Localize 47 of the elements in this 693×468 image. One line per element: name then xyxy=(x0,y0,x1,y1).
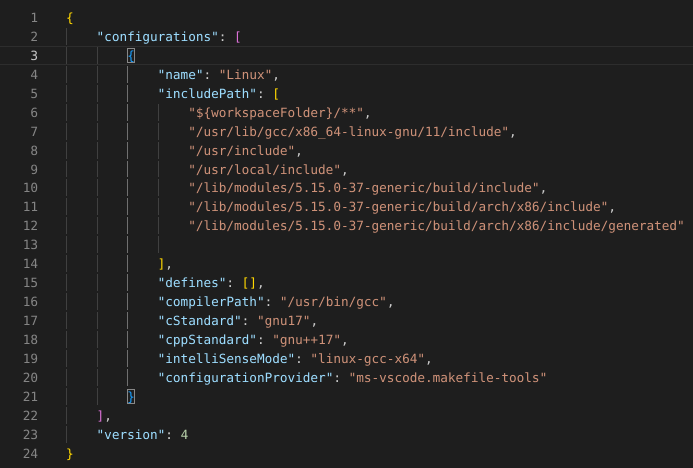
code-text: "/lib/modules/5.15.0-37-generic/build/arch/x86/include", xyxy=(188,198,616,216)
code-text: { xyxy=(127,46,135,64)
line-number: 20 xyxy=(22,368,38,386)
line-number: 2 xyxy=(29,28,38,45)
code-text: "name": "Linux", xyxy=(158,66,280,83)
line-number: 8 xyxy=(29,142,38,158)
line-number: 7 xyxy=(29,122,38,140)
code-text: "cStandard": "gnu17", xyxy=(158,312,318,329)
line-number: 21 xyxy=(22,388,38,405)
code-text: } xyxy=(66,444,74,462)
code-text: "/lib/modules/5.15.0-37-generic/build/arch/x86/include/generated" xyxy=(188,217,685,234)
line-number: 9 xyxy=(29,160,38,178)
code-text: { xyxy=(66,9,74,26)
code-text: "${workspaceFolder}/**", xyxy=(188,104,372,121)
code-text: ], xyxy=(96,406,112,424)
code-text: "version": 4 xyxy=(96,426,188,443)
line-number: 12 xyxy=(22,217,38,234)
code-text: "intelliSenseMode": "linux-gcc-x64", xyxy=(158,350,433,367)
line-number: 13 xyxy=(22,236,38,254)
code-text: "defines": [], xyxy=(158,274,265,292)
line-number: 3 xyxy=(29,46,38,64)
line-number: 11 xyxy=(22,198,38,216)
code-text: "cppStandard": "gnu++17", xyxy=(158,330,349,348)
code-text: } xyxy=(127,388,135,405)
line-number: 15 xyxy=(22,274,38,292)
line-number: 24 xyxy=(22,444,38,462)
code-text: "/usr/local/include", xyxy=(188,160,349,178)
line-number: 23 xyxy=(22,426,38,443)
code-text: ], xyxy=(158,255,173,272)
code-text: "/usr/include", xyxy=(188,142,303,158)
code-text: "includePath": [ xyxy=(158,84,280,102)
code-text: "configurationProvider": "ms-vscode.makefile-tools" xyxy=(158,368,548,386)
line-number: 17 xyxy=(22,312,38,329)
line-number: 6 xyxy=(29,104,38,121)
line-number: 16 xyxy=(22,293,38,310)
line-number: 22 xyxy=(22,406,38,424)
code-text: "configurations": [ xyxy=(96,28,242,45)
code-text: "/usr/lib/gcc/x86_64-linux-gnu/11/include", xyxy=(188,122,517,140)
line-number: 19 xyxy=(22,350,38,367)
line-number: 5 xyxy=(29,84,38,102)
code-text: "compilerPath": "/usr/bin/gcc", xyxy=(158,293,394,310)
line-number: 10 xyxy=(22,179,38,196)
line-number: 4 xyxy=(29,66,38,83)
line-number: 18 xyxy=(22,330,38,348)
line-number: 14 xyxy=(22,255,38,272)
line-number: 1 xyxy=(29,9,38,26)
code-text: "/lib/modules/5.15.0-37-generic/build/include", xyxy=(188,179,548,196)
